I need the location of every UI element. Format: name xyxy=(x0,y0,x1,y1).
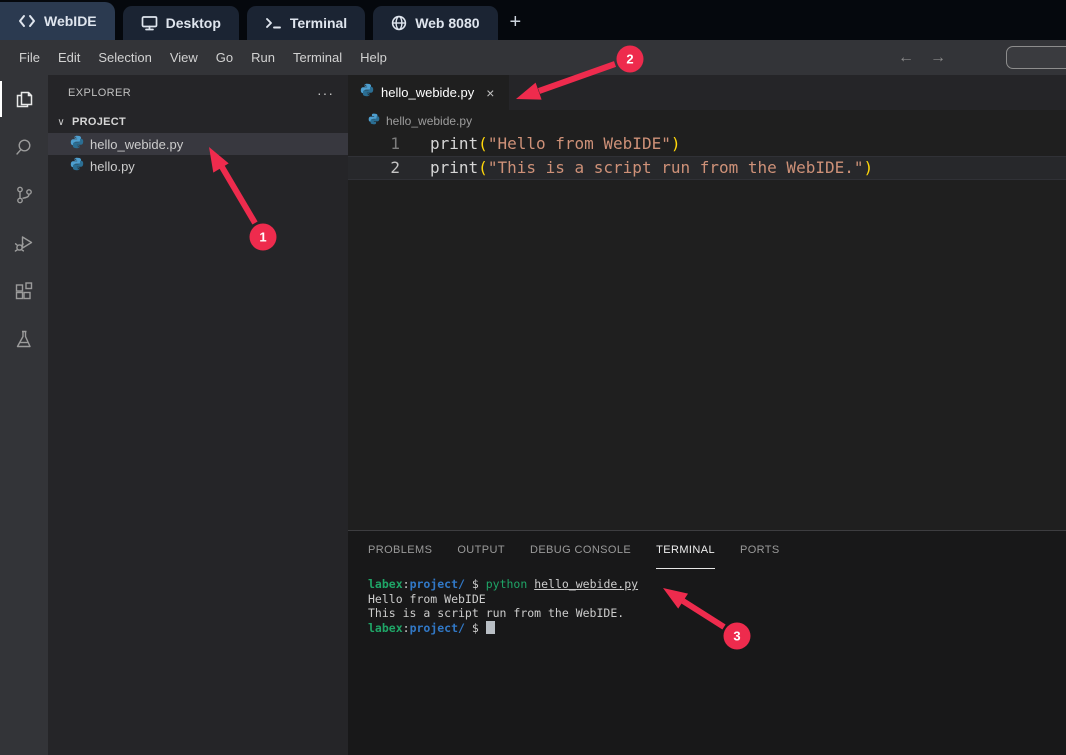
chevron-down-icon: ∨ xyxy=(54,117,68,128)
python-file-icon xyxy=(360,83,374,102)
command-search-box[interactable] xyxy=(1006,46,1066,69)
explorer-more-actions-icon[interactable]: ··· xyxy=(317,85,334,101)
file-hello-webide-py[interactable]: hello_webide.py xyxy=(48,133,348,155)
line-number: 2 xyxy=(348,156,400,180)
code-editor[interactable]: 1print("Hello from WebIDE")2print("This … xyxy=(348,132,1066,180)
panel-tab-ports[interactable]: PORTS xyxy=(740,531,780,569)
menu-selection[interactable]: Selection xyxy=(89,45,160,70)
code-line-1[interactable]: 1print("Hello from WebIDE") xyxy=(348,132,1066,156)
menu-go[interactable]: Go xyxy=(207,45,242,70)
back-arrow-icon[interactable]: ← xyxy=(898,49,914,67)
bottom-panel: PROBLEMS OUTPUT DEBUG CONSOLE TERMINAL PORTS… xyxy=(348,530,1066,755)
close-icon[interactable]: × xyxy=(481,84,499,102)
file-name: hello.py xyxy=(90,159,135,174)
code-icon xyxy=(18,14,36,28)
activity-run-debug-icon[interactable] xyxy=(0,219,48,267)
editor-tab-label: hello_webide.py xyxy=(381,85,474,100)
terminal-line-2: Hello from WebIDE xyxy=(368,592,1066,607)
top-tab-desktop[interactable]: Desktop xyxy=(123,6,239,40)
breadcrumb[interactable]: hello_webide.py xyxy=(348,110,1066,132)
menu-file[interactable]: File xyxy=(10,45,49,70)
top-tab-webide[interactable]: WebIDE xyxy=(0,2,115,40)
activity-extensions-icon[interactable] xyxy=(0,267,48,315)
project-tree-label: PROJECT xyxy=(72,116,126,128)
menu-view[interactable]: View xyxy=(161,45,207,70)
project-tree-header[interactable]: ∨ PROJECT xyxy=(48,111,348,133)
editor-tab-hello-webide-py[interactable]: hello_webide.py × xyxy=(348,75,509,110)
activity-bar xyxy=(0,75,48,755)
explorer-title: EXPLORER xyxy=(68,87,131,99)
editor-area: hello_webide.py × hello_webide.py 1print… xyxy=(348,75,1066,530)
breadcrumb-file-name: hello_webide.py xyxy=(386,114,472,128)
top-tab-label: WebIDE xyxy=(44,13,97,29)
panel-tab-problems[interactable]: PROBLEMS xyxy=(368,531,432,569)
activity-explorer-icon[interactable] xyxy=(0,75,48,123)
panel-tab-bar: PROBLEMS OUTPUT DEBUG CONSOLE TERMINAL PORTS xyxy=(348,531,1066,569)
globe-icon xyxy=(391,15,407,31)
python-file-icon xyxy=(70,135,84,154)
terminal-output[interactable]: labex:project/ $ python hello_webide.pyH… xyxy=(348,569,1066,635)
terminal-prompt-icon xyxy=(265,16,282,30)
activity-search-icon[interactable] xyxy=(0,123,48,171)
history-nav: ← → xyxy=(898,40,946,75)
webide-screen: WebIDE Desktop Terminal Web 8080 + FileE… xyxy=(0,0,1066,755)
terminal-line-1: labex:project/ $ python hello_webide.py xyxy=(368,577,1066,592)
menu-bar: FileEditSelectionViewGoRunTerminalHelp ←… xyxy=(0,40,1066,75)
terminal-line-3: This is a script run from the WebIDE. xyxy=(368,606,1066,621)
top-tab-terminal[interactable]: Terminal xyxy=(247,6,365,40)
menu-items: FileEditSelectionViewGoRunTerminalHelp xyxy=(0,45,396,70)
terminal-line-4: labex:project/ $ xyxy=(368,621,1066,636)
panel-tab-terminal[interactable]: TERMINAL xyxy=(656,531,715,569)
top-tab-bar: WebIDE Desktop Terminal Web 8080 + xyxy=(0,0,1066,40)
python-file-icon xyxy=(70,157,84,176)
menu-edit[interactable]: Edit xyxy=(49,45,89,70)
panel-tab-debug-console[interactable]: DEBUG CONSOLE xyxy=(530,531,631,569)
top-tab-label: Terminal xyxy=(290,15,347,31)
explorer-sidebar: EXPLORER ··· ∨ PROJECT hello_webide.py h… xyxy=(48,75,348,755)
menu-run[interactable]: Run xyxy=(242,45,284,70)
panel-tab-output[interactable]: OUTPUT xyxy=(457,531,505,569)
top-tab-label: Desktop xyxy=(166,15,221,31)
monitor-icon xyxy=(141,15,158,31)
explorer-header: EXPLORER ··· xyxy=(48,75,348,111)
file-hello-py[interactable]: hello.py xyxy=(48,155,348,177)
code-line-2[interactable]: 2print("This is a script run from the We… xyxy=(348,156,1066,180)
terminal-cursor xyxy=(486,621,495,634)
new-tab-button[interactable]: + xyxy=(506,11,532,40)
top-tab-web-8080[interactable]: Web 8080 xyxy=(373,6,497,40)
forward-arrow-icon[interactable]: → xyxy=(930,49,946,67)
menu-help[interactable]: Help xyxy=(351,45,396,70)
activity-source-control-icon[interactable] xyxy=(0,171,48,219)
top-tab-label: Web 8080 xyxy=(415,15,479,31)
line-number: 1 xyxy=(348,132,400,156)
editor-tab-strip: hello_webide.py × xyxy=(348,75,1066,110)
file-name: hello_webide.py xyxy=(90,137,183,152)
python-file-icon xyxy=(368,112,380,130)
menu-terminal[interactable]: Terminal xyxy=(284,45,351,70)
activity-testing-icon[interactable] xyxy=(0,315,48,363)
